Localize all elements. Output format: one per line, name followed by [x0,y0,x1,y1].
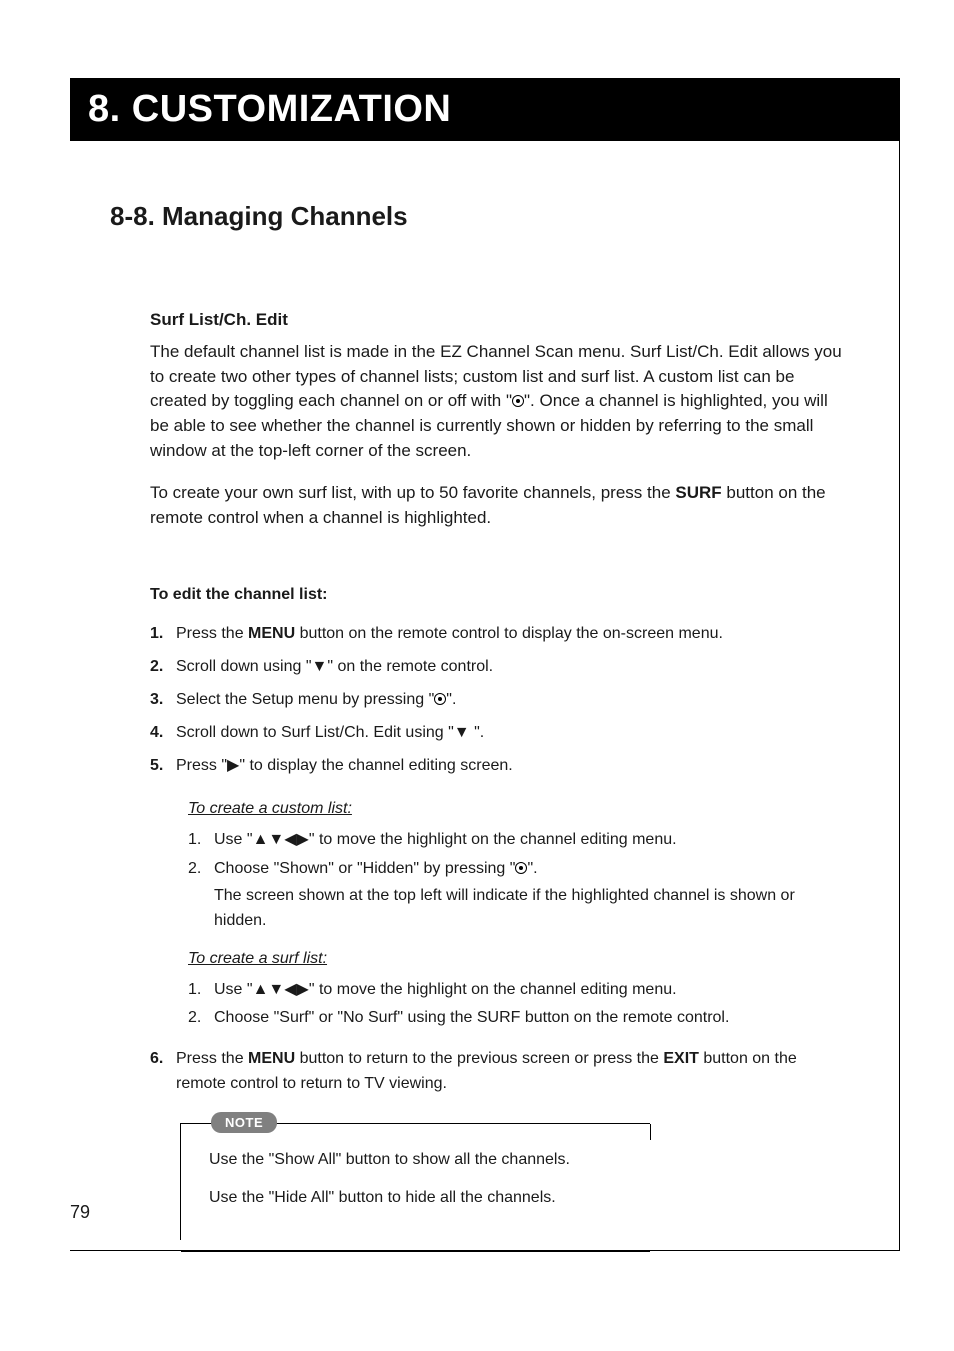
custom-step-1: 1. Use "▲▼◀▶" to move the highlight on t… [188,828,844,853]
surf-button-label: SURF [477,1009,521,1026]
step-2: 2. Scroll down using "▼" on the remote c… [150,655,844,680]
chapter-header: 8. CUSTOMIZATION [70,78,900,141]
sub-step-number: 2. [188,857,208,933]
sub-step-number: 1. [188,828,208,853]
surf-para-2: To create your own surf list, with up to… [150,481,844,530]
sub-step-text: Choose "Shown" or "Hidden" by pressing "… [214,857,844,933]
text: The screen shown at the top left will in… [214,884,844,934]
step-number: 1. [150,622,170,647]
step-3: 3. Select the Setup menu by pressing " ". [150,688,844,713]
menu-button-label: MENU [248,1050,295,1067]
text: button on the remote control. [520,1009,729,1026]
step-text: Scroll down using "▼" on the remote cont… [176,655,493,680]
exit-button-label: EXIT [663,1050,699,1067]
note-line-2: Use the "Hide All" button to hide all th… [209,1186,630,1210]
text: Select the Setup menu by pressing " [176,691,434,708]
section-title: 8-8. Managing Channels [110,201,844,232]
note-line-1: Use the "Show All" button to show all th… [209,1148,630,1172]
text: Choose "Shown" or "Hidden" by pressing " [214,860,515,877]
custom-list-title: To create a custom list: [188,800,844,818]
text: Choose "Surf" or "No Surf" using the [214,1009,477,1026]
note-box: NOTE Use the "Show All" button to show a… [180,1123,650,1240]
text: Press the [176,625,248,642]
step-number: 5. [150,754,170,779]
step-6: 6. Press the MENU button to return to th… [150,1047,844,1097]
step-text: Scroll down to Surf List/Ch. Edit using … [176,721,484,746]
sub-step-number: 1. [188,978,208,1003]
page-number: 79 [70,1202,90,1223]
sub-step-text: Use "▲▼◀▶" to move the highlight on the … [214,828,677,853]
surf-step-2: 2. Choose "Surf" or "No Surf" using the … [188,1006,844,1031]
surf-heading: Surf List/Ch. Edit [150,310,844,330]
content: 8-8. Managing Channels Surf List/Ch. Edi… [70,141,884,1240]
step-number: 4. [150,721,170,746]
step-5: 5. Press "▶" to display the channel edit… [150,754,844,779]
surf-list-title: To create a surf list: [188,950,844,968]
sub-step-number: 2. [188,1006,208,1031]
text: button on the remote control to display … [295,625,723,642]
surf-list-block: To create a surf list: 1. Use "▲▼◀▶" to … [150,950,844,1032]
enter-icon [515,862,527,874]
step-4: 4. Scroll down to Surf List/Ch. Edit usi… [150,721,844,746]
step-number: 3. [150,688,170,713]
text: To create your own surf list, with up to… [150,483,675,502]
step-number: 2. [150,655,170,680]
step-text: Press the MENU button on the remote cont… [176,622,723,647]
text: ". [527,860,537,877]
text: button to return to the previous screen … [295,1050,663,1067]
menu-button-label: MENU [248,625,295,642]
edit-heading: To edit the channel list: [150,586,844,604]
step-number: 6. [150,1047,170,1097]
step-1: 1. Press the MENU button on the remote c… [150,622,844,647]
enter-icon [512,395,524,407]
text: Press the [176,1050,248,1067]
note-badge: NOTE [211,1112,277,1133]
enter-icon [434,693,446,705]
step-text: Select the Setup menu by pressing " ". [176,688,456,713]
page: 8. CUSTOMIZATION 8-8. Managing Channels … [0,0,954,1351]
surf-para-1: The default channel list is made in the … [150,340,844,463]
step-text: Press the MENU button to return to the p… [176,1047,844,1097]
sub-step-text: Choose "Surf" or "No Surf" using the SUR… [214,1006,729,1031]
note-rule [181,1251,650,1252]
sub-step-text: Use "▲▼◀▶" to move the highlight on the … [214,978,677,1003]
chapter-title: 8. CUSTOMIZATION [88,88,882,131]
step-text: Press "▶" to display the channel editing… [176,754,513,779]
surf-step-1: 1. Use "▲▼◀▶" to move the highlight on t… [188,978,844,1003]
custom-list-block: To create a custom list: 1. Use "▲▼◀▶" t… [150,800,844,933]
text: ". [446,691,456,708]
surf-button-label: SURF [675,483,721,502]
body: Surf List/Ch. Edit The default channel l… [110,310,844,1240]
custom-step-2: 2. Choose "Shown" or "Hidden" by pressin… [188,857,844,933]
page-rule-right [899,78,900,1251]
